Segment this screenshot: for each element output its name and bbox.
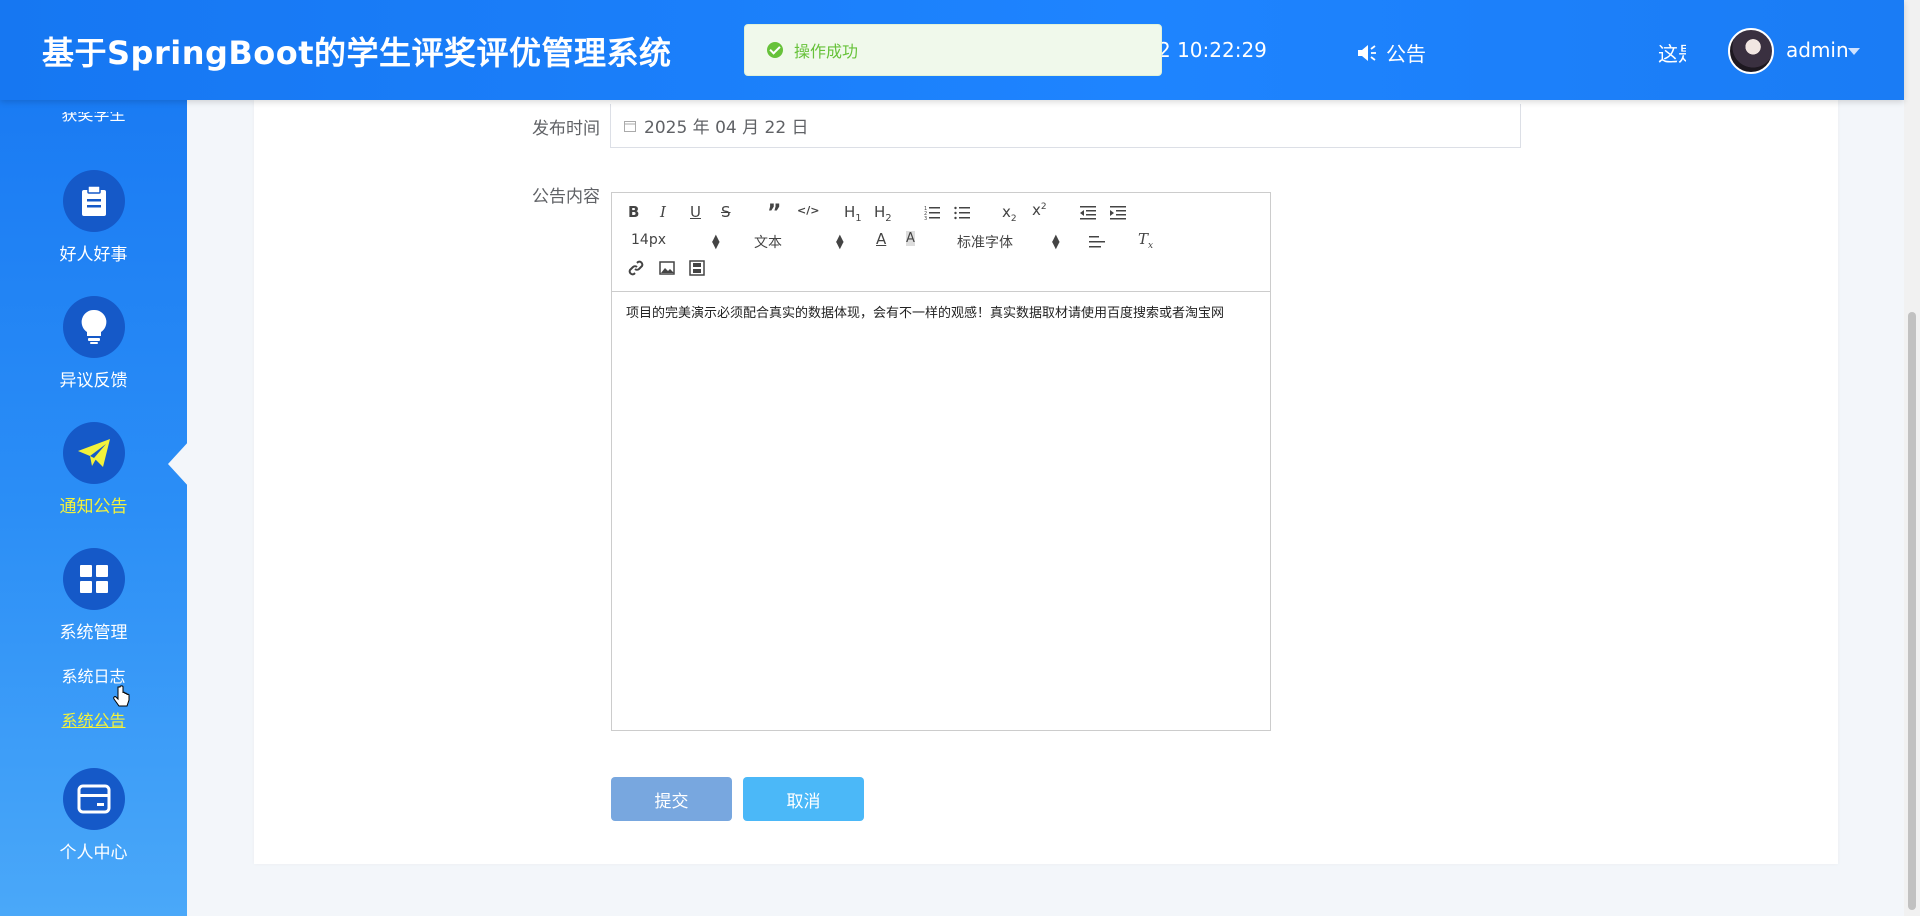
sidebar-item-label: 个人中心 (59, 843, 128, 863)
select-caret-icon: ▲ ▼ (836, 233, 844, 251)
scrollbar-thumb[interactable] (1908, 312, 1916, 910)
publish-time-input[interactable]: 2025 年 04 月 22 日 (610, 104, 1521, 148)
superscript-icon[interactable]: x2 (1032, 201, 1047, 219)
success-toast: 操作成功 (744, 24, 1162, 76)
header-link[interactable]: 这是 (1658, 38, 1686, 67)
block-format-select[interactable]: 文本 (754, 232, 782, 252)
chevron-down-icon[interactable] (1848, 48, 1860, 55)
code-block-icon[interactable]: </> (797, 204, 819, 217)
rich-text-editor: B I U S ” </> H1 H2 123 x2 x2 14px ▲ ▼ 文本… (611, 192, 1271, 731)
active-indicator (168, 440, 190, 488)
heading1-icon[interactable]: H1 (844, 203, 862, 224)
wallet-icon (77, 784, 110, 814)
content-label: 公告内容 (532, 187, 600, 207)
sidebar-item-label: 系统管理 (59, 623, 128, 643)
outdent-icon[interactable] (1080, 206, 1096, 220)
user-name[interactable]: admin (1786, 38, 1849, 62)
sidebar-item-system[interactable]: 系统管理 (0, 548, 187, 643)
paper-plane-icon (77, 439, 110, 467)
select-caret-icon: ▲ ▼ (712, 233, 720, 251)
strikethrough-icon[interactable]: S (721, 203, 731, 221)
align-left-icon[interactable] (1089, 235, 1105, 249)
bullet-list-icon[interactable] (954, 206, 970, 220)
lightbulb-icon (81, 309, 106, 344)
bold-icon[interactable]: B (628, 203, 639, 221)
menu-icon-circle (62, 548, 125, 610)
font-family-select[interactable]: 标准字体 (957, 232, 1013, 252)
video-icon[interactable] (689, 260, 705, 276)
subscript-icon[interactable]: x2 (1002, 203, 1017, 224)
menu-icon-circle (62, 296, 125, 358)
notice-label: 公告 (1386, 42, 1426, 66)
toast-message: 操作成功 (794, 42, 859, 61)
heading2-icon[interactable]: H2 (874, 203, 892, 224)
menu-icon-circle (62, 422, 125, 484)
link-icon[interactable] (628, 260, 644, 276)
hand-cursor-icon (113, 685, 130, 707)
app-title: 基于SpringBoot的学生评奖评优管理系统 (42, 34, 672, 72)
image-icon[interactable] (659, 261, 675, 275)
cancel-button[interactable]: 取消 (743, 777, 864, 821)
sidebar-item-feedback[interactable]: 异议反馈 (0, 296, 187, 391)
sidebar-item-label: 好人好事 (59, 245, 128, 265)
svg-text:3: 3 (924, 216, 927, 220)
speaker-icon (1358, 44, 1376, 61)
sidebar-item-profile[interactable]: 个人中心 (0, 768, 187, 863)
calendar-icon (624, 120, 636, 132)
font-color-icon[interactable]: A (876, 230, 886, 248)
clock: 2 10:22:29 (1158, 38, 1267, 62)
background-color-icon[interactable]: A (906, 231, 915, 246)
indent-icon[interactable] (1110, 206, 1126, 220)
grid-icon (79, 565, 108, 593)
editor-content[interactable]: 项目的完美演示必须配合真实的数据体现，会有不一样的观感！真实数据取材请使用百度搜… (612, 292, 1270, 336)
publish-time-value: 2025 年 04 月 22 日 (644, 118, 809, 138)
sidebar-subitem-logs[interactable]: 系统日志 (0, 663, 187, 687)
publish-time-label: 发布时间 (532, 119, 600, 139)
menu-icon-circle (62, 768, 125, 830)
avatar[interactable] (1728, 28, 1774, 74)
sidebar: 获奖学生 好人好事 异议反馈 通知公告 系统管理 系统日志 系统公告 个人中心 (0, 100, 190, 916)
font-size-select[interactable]: 14px (631, 232, 666, 248)
clear-format-icon[interactable]: Tx (1138, 230, 1153, 251)
sidebar-item-notices[interactable]: 通知公告 (0, 422, 187, 517)
success-check-icon (767, 42, 783, 58)
clipboard-icon (81, 185, 106, 216)
underline-icon[interactable]: U (690, 203, 701, 221)
italic-icon[interactable]: I (660, 203, 666, 221)
ordered-list-icon[interactable]: 123 (924, 206, 940, 220)
notice-button[interactable]: 公告 (1356, 38, 1426, 67)
sidebar-item-label: 异议反馈 (59, 371, 128, 391)
select-caret-icon: ▲ ▼ (1052, 233, 1060, 251)
sidebar-item-label: 通知公告 (59, 497, 128, 517)
sidebar-subitem-announcements[interactable]: 系统公告 (0, 707, 187, 731)
menu-icon-circle (62, 170, 125, 232)
editor-toolbar: B I U S ” </> H1 H2 123 x2 x2 14px ▲ ▼ 文本… (612, 193, 1270, 292)
blockquote-icon[interactable]: ” (767, 201, 781, 226)
sidebar-item-partial[interactable]: 获奖学生 (0, 112, 187, 122)
sidebar-item-good-deeds[interactable]: 好人好事 (0, 170, 187, 265)
submit-button[interactable]: 提交 (611, 777, 732, 821)
